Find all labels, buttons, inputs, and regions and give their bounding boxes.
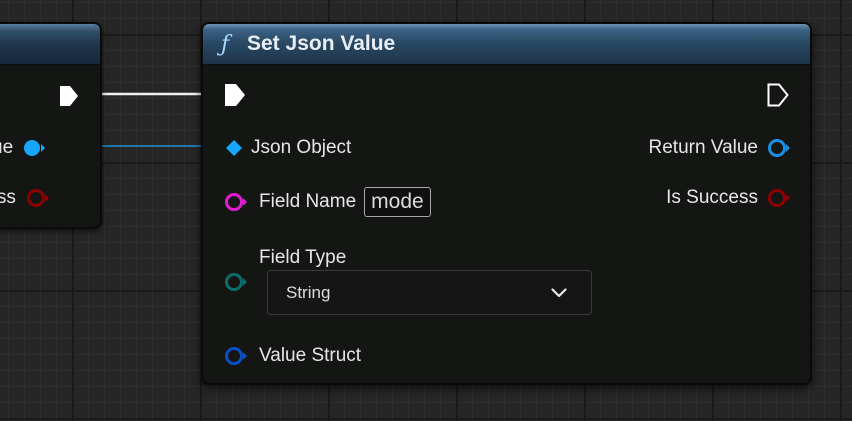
field-type-label-row: Field Type — [259, 247, 346, 269]
field-name-text-input[interactable]: mode — [364, 187, 431, 217]
previous-node[interactable]: Value Is Success — [0, 22, 102, 229]
field-type-label: Field Type — [259, 247, 347, 268]
boolean-pin-icon — [768, 189, 790, 207]
exec-out-pin-icon — [60, 86, 78, 106]
json-object-input-row: Json Object — [225, 137, 351, 159]
return-value-label: Return Value — [648, 137, 759, 158]
exec-out-pin[interactable] — [766, 82, 790, 108]
function-icon: ƒ — [221, 31, 230, 57]
json-object-diamond-icon — [226, 140, 242, 156]
exec-in-pin-icon — [225, 84, 245, 106]
is-success-out-row: Is Success — [0, 187, 50, 209]
set-json-value-node[interactable]: ƒ Set Json Value Json Object Return Valu… — [201, 22, 812, 385]
previous-node-header — [0, 24, 100, 65]
field-type-input-pin[interactable] — [223, 271, 249, 293]
enum-pin-icon — [225, 273, 247, 291]
is-success-out-label: Is Success — [0, 187, 16, 208]
exec-out-pin[interactable] — [58, 84, 80, 108]
value-out-row: Value — [0, 137, 46, 159]
boolean-pin-icon — [26, 189, 49, 207]
field-type-selected-value: String — [286, 282, 331, 302]
is-success-output-row: Is Success — [666, 187, 792, 209]
is-success-out-pin[interactable] — [26, 187, 50, 209]
field-name-input-pin[interactable] — [223, 191, 249, 213]
field-name-input-row: Field Name mode — [223, 187, 431, 217]
json-object-out-pin-icon — [768, 139, 790, 157]
return-value-output-pin[interactable] — [766, 137, 792, 159]
struct-pin-icon — [225, 347, 247, 365]
value-struct-label: Value Struct — [259, 345, 362, 366]
exec-out-pin-icon — [767, 83, 789, 107]
value-struct-input-pin[interactable] — [223, 345, 249, 367]
is-success-label: Is Success — [666, 187, 758, 208]
string-pin-icon — [225, 193, 247, 211]
is-success-output-pin[interactable] — [766, 187, 792, 209]
json-object-label: Json Object — [251, 137, 352, 158]
json-object-pin-icon — [24, 140, 46, 156]
value-out-pin[interactable] — [23, 137, 46, 159]
node-header[interactable]: ƒ Set Json Value — [203, 24, 810, 65]
json-object-input-pin[interactable] — [225, 139, 243, 157]
value-struct-input-row: Value Struct — [223, 345, 361, 367]
return-value-output-row: Return Value — [649, 137, 793, 159]
value-out-label: Value — [0, 137, 14, 158]
chevron-down-icon — [551, 287, 567, 297]
field-type-dropdown[interactable]: String — [267, 270, 592, 315]
node-title: Set Json Value — [247, 32, 396, 55]
field-name-label: Field Name — [259, 191, 357, 212]
exec-in-pin[interactable] — [223, 82, 247, 108]
